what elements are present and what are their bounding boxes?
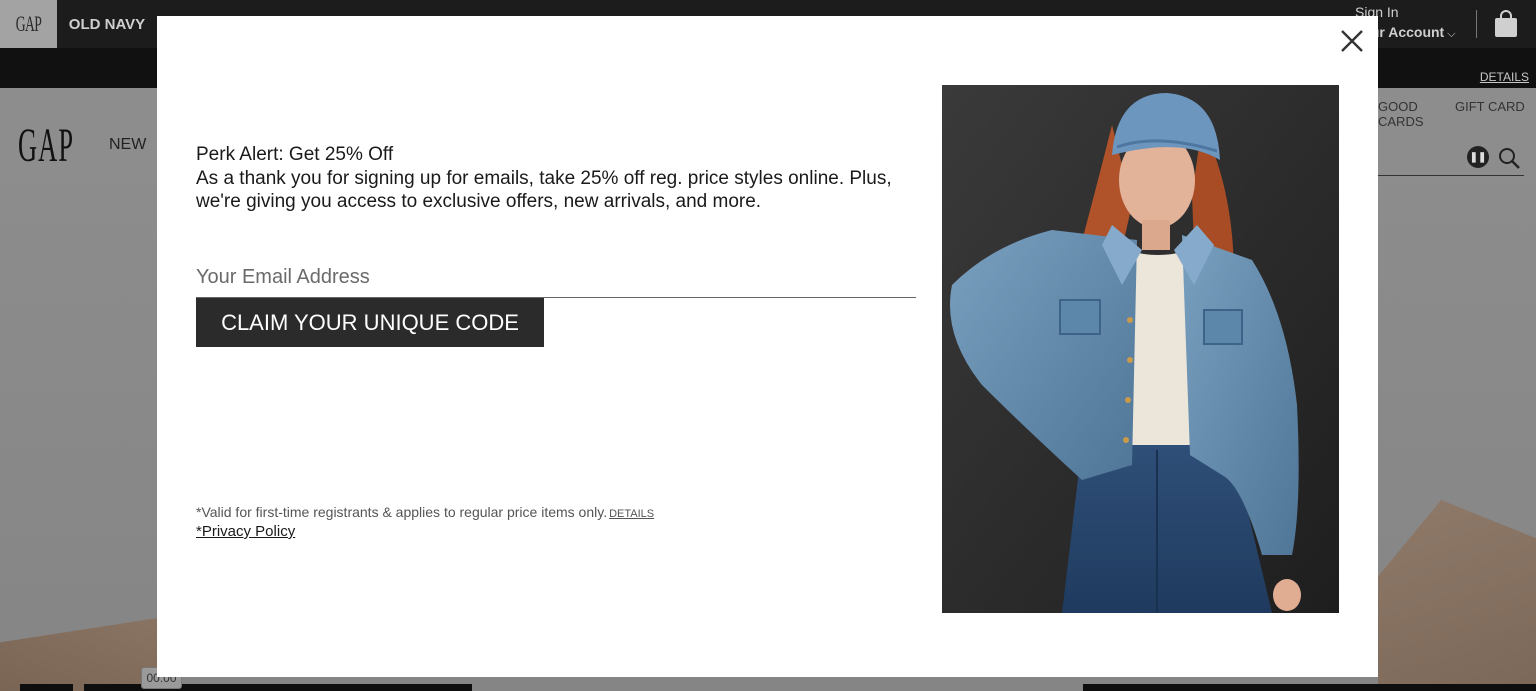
promo-details-link[interactable]: DETAILS <box>1480 70 1529 84</box>
bottom-bar-3 <box>1083 684 1536 691</box>
claim-code-button[interactable]: CLAIM YOUR UNIQUE CODE <box>196 298 544 347</box>
email-signup-modal: Perk Alert: Get 25% Off As a thank you f… <box>157 16 1378 677</box>
bottom-bar-1 <box>20 684 73 691</box>
model-photo <box>942 85 1339 613</box>
email-field[interactable] <box>196 258 916 298</box>
divider <box>1476 10 1477 38</box>
pause-icon[interactable]: ❚❚ <box>1467 146 1489 168</box>
modal-title: Perk Alert: Get 25% Off <box>196 144 394 165</box>
nav-good-cards-label: GOOD CARDS <box>1378 99 1424 129</box>
gap-logo[interactable]: GAP <box>18 118 120 173</box>
fine-print: *Valid for first-time registrants & appl… <box>196 504 654 520</box>
fine-print-details-link[interactable]: DETAILS <box>609 508 654 520</box>
nav-item-good-cards[interactable]: GOOD CARDS <box>1378 99 1428 129</box>
modal-body: As a thank you for signing up for emails… <box>196 168 892 212</box>
privacy-policy-link[interactable]: *Privacy Policy <box>196 523 295 540</box>
nav-item-new[interactable]: NEW <box>109 136 146 154</box>
search-underline <box>1378 175 1524 176</box>
close-icon[interactable] <box>1337 26 1367 56</box>
brand-tab-old-navy[interactable]: OLD NAVY <box>57 0 157 48</box>
fine-print-text: *Valid for first-time registrants & appl… <box>196 504 608 520</box>
brand-old-navy-label: OLD NAVY <box>68 15 146 33</box>
brand-gap-label: GAP <box>15 11 42 36</box>
nav-item-gift-card[interactable]: GIFT CARD <box>1455 99 1525 114</box>
account-menu[interactable]: Your Account ⌵ <box>1372 24 1462 41</box>
logo-text: GAP <box>18 119 75 172</box>
brand-tab-gap[interactable]: GAP <box>0 0 57 48</box>
shopping-bag-icon[interactable] <box>1494 10 1518 38</box>
chevron-down-icon: ⌵ <box>1444 28 1456 40</box>
account-label: Your Account <box>1372 24 1445 40</box>
search-icon[interactable] <box>1497 146 1521 170</box>
